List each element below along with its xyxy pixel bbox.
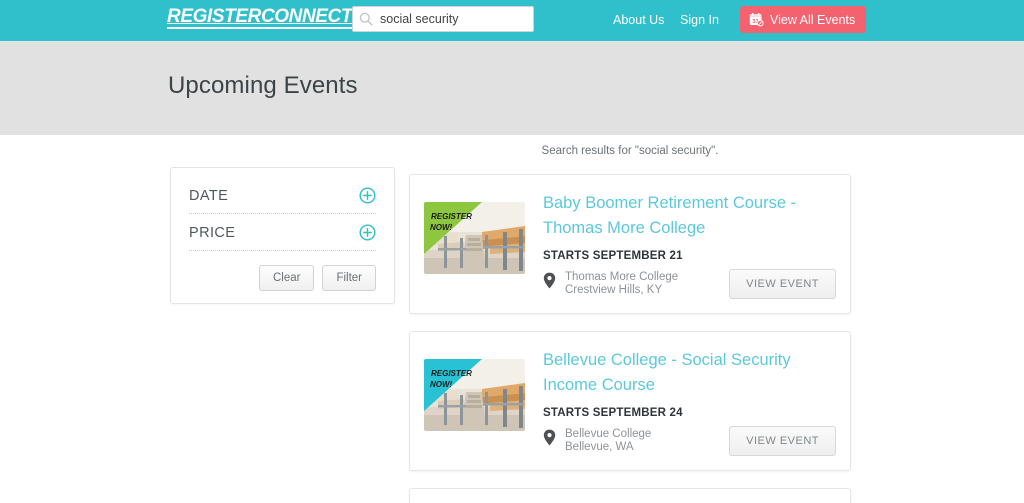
svg-text:REGISTER: REGISTER: [431, 369, 472, 378]
calendar-icon: 31: [749, 12, 764, 27]
view-event-button[interactable]: VIEW EVENT: [729, 269, 836, 299]
event-thumbnail: REGISTER NOW!: [424, 202, 525, 274]
svg-text:NOW!: NOW!: [430, 223, 453, 232]
hero-band: Upcoming Events: [0, 41, 1024, 135]
event-card[interactable]: [409, 488, 851, 503]
event-card-body: Baby Boomer Retirement Course - Thomas M…: [525, 191, 836, 299]
event-title-link[interactable]: Bellevue College - Social Security Incom…: [543, 348, 836, 398]
event-card[interactable]: REGISTER NOW! Bellevue College - Social …: [409, 331, 851, 471]
search-input[interactable]: [380, 12, 527, 26]
event-location-text: Bellevue College Bellevue, WA: [565, 428, 651, 454]
map-pin-icon: [543, 429, 556, 446]
event-venue: Bellevue College: [565, 428, 652, 440]
event-start-date: STARTS SEPTEMBER 21: [543, 250, 683, 262]
search-box[interactable]: [352, 6, 534, 32]
nav-link-about-us[interactable]: About Us: [613, 13, 664, 27]
plus-circle-icon[interactable]: [359, 187, 376, 204]
search-results-note: Search results for "social security".: [541, 145, 719, 157]
plus-circle-icon[interactable]: [359, 224, 376, 241]
site-logo[interactable]: REGISTERCONNECT: [167, 7, 352, 29]
logo-text-register: REGISTER: [167, 6, 261, 27]
filter-panel: DATE PRICE Clear Filter: [170, 167, 395, 304]
nav-link-sign-in[interactable]: Sign In: [680, 13, 719, 27]
event-city: Bellevue, WA: [565, 441, 634, 453]
results-column: Search results for "social security". RE…: [409, 135, 851, 503]
svg-text:REGISTER: REGISTER: [431, 212, 472, 221]
view-all-events-button[interactable]: 31 View All Events: [740, 6, 867, 33]
filter-button[interactable]: Filter: [322, 265, 376, 291]
filter-row-price[interactable]: PRICE: [189, 214, 376, 251]
filter-row-date[interactable]: DATE: [189, 182, 376, 214]
event-location-text: Thomas More College Crestview Hills, KY: [565, 271, 678, 297]
filter-label-date: DATE: [189, 187, 229, 204]
clear-button[interactable]: Clear: [258, 265, 315, 291]
svg-text:NOW!: NOW!: [430, 380, 453, 389]
event-card-body: Bellevue College - Social Security Incom…: [525, 348, 836, 456]
view-all-events-label: View All Events: [770, 12, 856, 27]
lecture-hall-photo: REGISTER NOW!: [424, 202, 525, 274]
page-body: DATE PRICE Clear Filter Search results f…: [0, 135, 1024, 503]
event-venue: Thomas More College: [565, 271, 679, 283]
page-title: Upcoming Events: [168, 72, 358, 99]
event-title-link[interactable]: Baby Boomer Retirement Course - Thomas M…: [543, 191, 836, 241]
view-event-button[interactable]: VIEW EVENT: [729, 426, 836, 456]
lecture-hall-photo: REGISTER NOW!: [424, 359, 525, 431]
event-card[interactable]: REGISTER NOW! Baby Boomer Retirement Cou…: [409, 174, 851, 314]
event-thumbnail: REGISTER NOW!: [424, 359, 525, 431]
map-pin-icon: [543, 272, 556, 289]
top-navigation-bar: REGISTERCONNECT About Us Sign In 31 View…: [0, 0, 1024, 41]
event-start-date: STARTS SEPTEMBER 24: [543, 407, 683, 419]
search-icon: [359, 12, 373, 26]
event-city: Crestview Hills, KY: [565, 284, 663, 296]
filter-actions: Clear Filter: [189, 265, 376, 291]
logo-text-connect: CONNECT: [260, 6, 353, 27]
filter-label-price: PRICE: [189, 224, 236, 241]
